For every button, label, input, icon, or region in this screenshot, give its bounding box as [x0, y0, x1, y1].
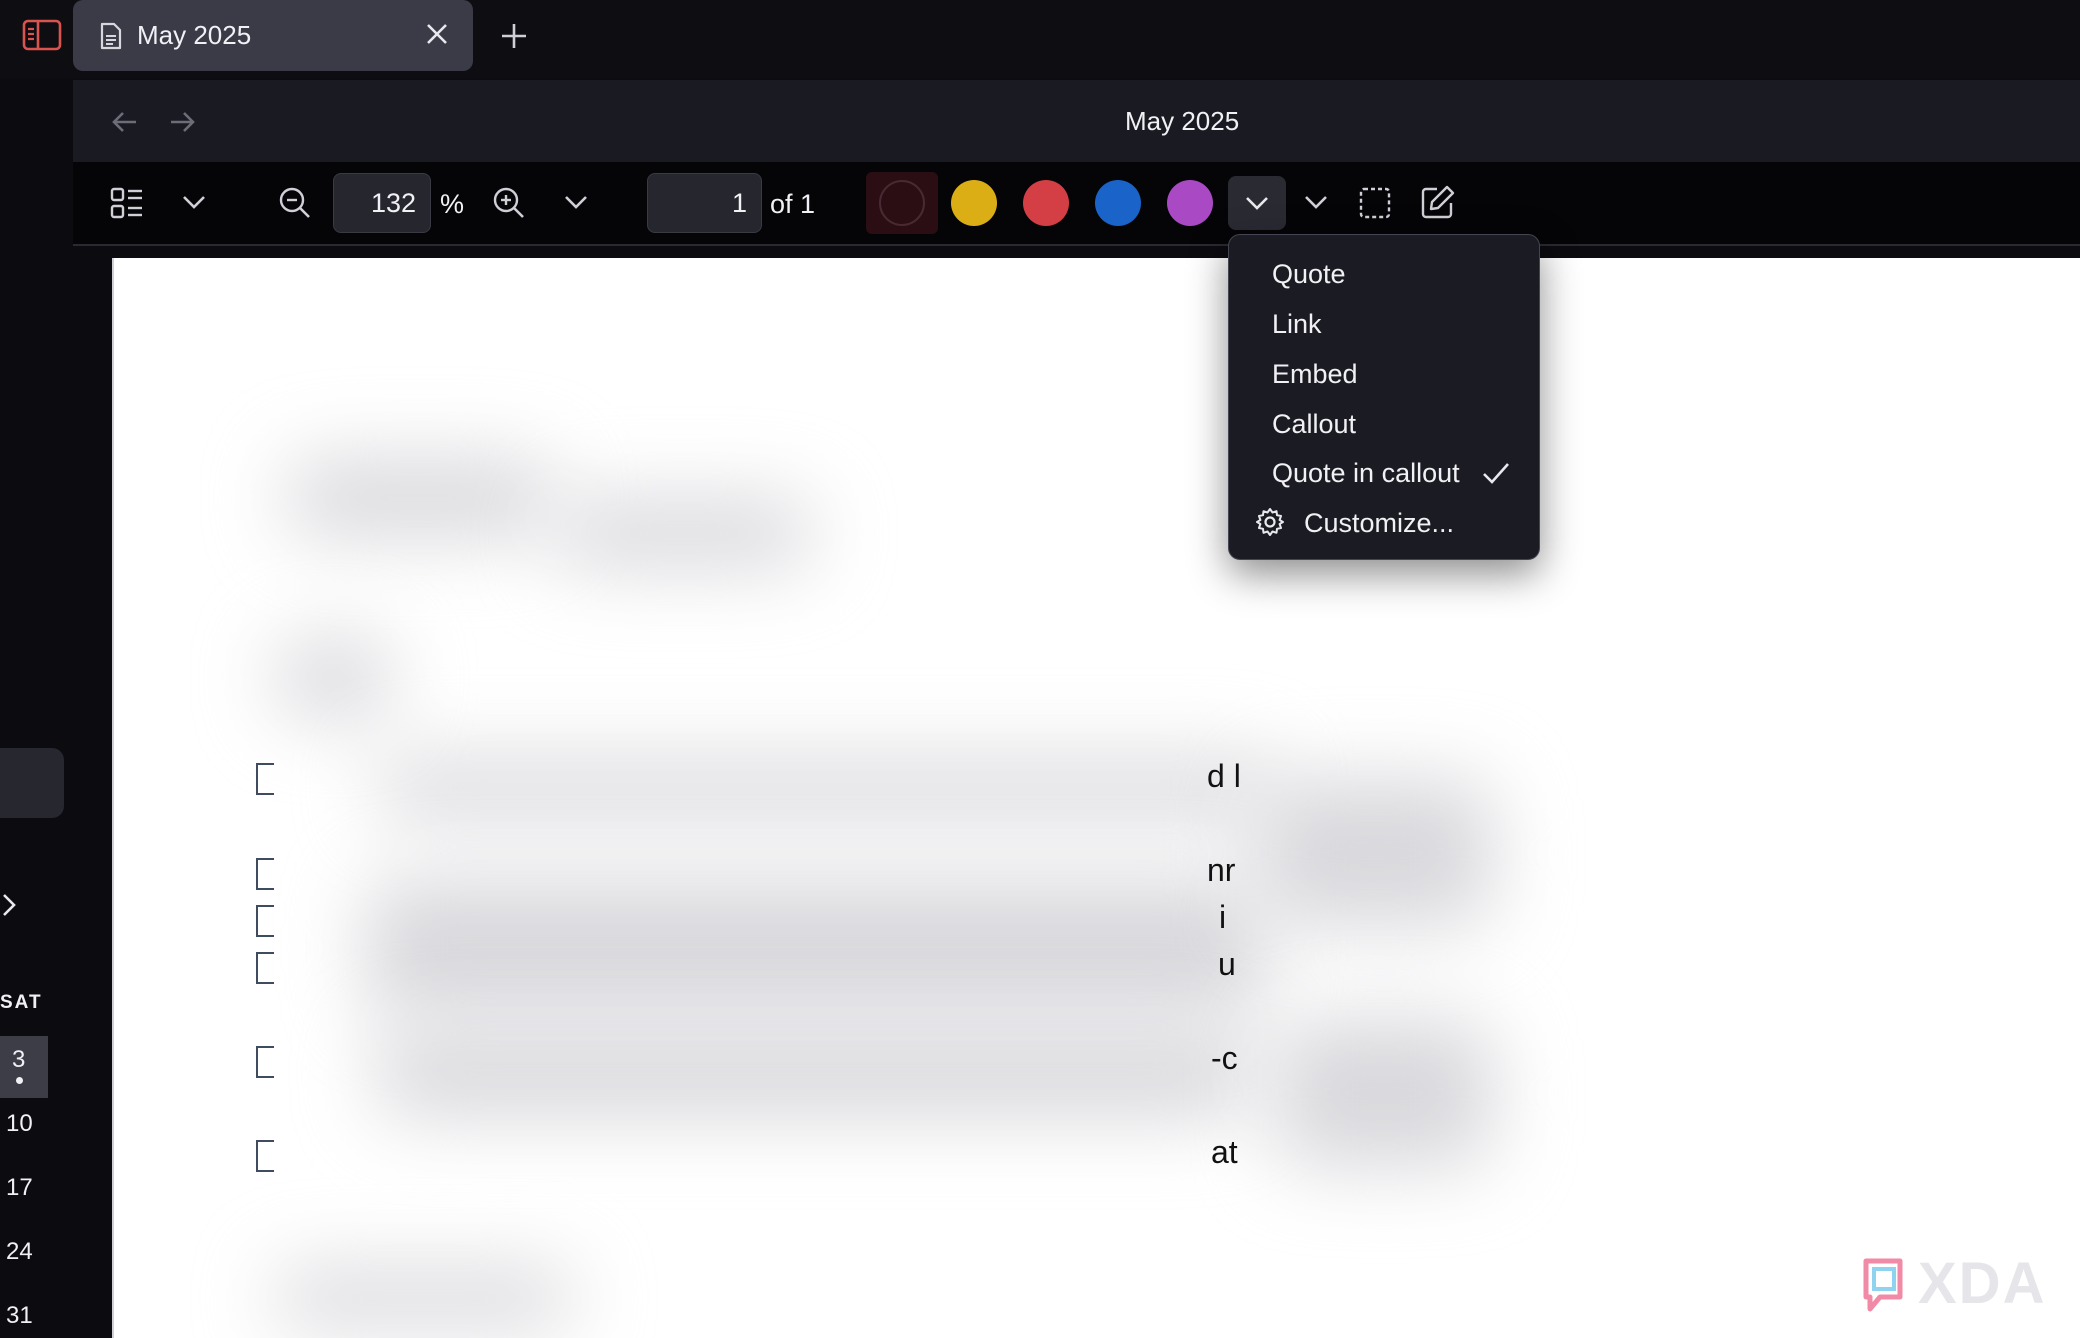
text-fragment: u [1218, 946, 1236, 982]
redacted-content [374, 758, 1274, 818]
annotation-type-menu: Quote Link Embed Callout Quote in callou… [1228, 234, 1540, 560]
redacted-content [364, 878, 1264, 1018]
chevron-right-icon[interactable] [0, 890, 20, 925]
chevron-down-icon [1243, 191, 1271, 220]
document-icon [99, 22, 123, 55]
checkmark-icon [1481, 459, 1511, 492]
text-fragment: i [1219, 899, 1227, 935]
text-fragment: -c [1211, 1040, 1238, 1076]
redacted-content [554, 498, 814, 568]
zoom-input[interactable]: 132 [333, 173, 431, 233]
view-header [73, 80, 2080, 162]
document-title: May 2025 [1125, 106, 1240, 136]
task-checkbox[interactable] [256, 1046, 274, 1078]
calendar-day[interactable]: 17 [6, 1174, 33, 1202]
chevron-down-icon[interactable] [562, 190, 590, 219]
calendar-day-header: SAT [0, 992, 43, 1013]
redacted-content [1254, 778, 1494, 928]
menu-item-quote[interactable]: Quote [1272, 259, 1346, 290]
sidebar-selected-item[interactable] [0, 748, 64, 818]
menu-item-embed[interactable]: Embed [1272, 359, 1358, 390]
watermark-text: XDA [1918, 1251, 2047, 1316]
menu-item-callout[interactable]: Callout [1272, 409, 1356, 440]
task-checkbox[interactable] [256, 905, 274, 937]
page-count: of 1 [770, 189, 816, 219]
new-tab-plus-icon[interactable] [498, 20, 530, 57]
rectangle-select-icon[interactable] [1358, 186, 1392, 225]
color-swatch-red[interactable] [1023, 180, 1069, 226]
annotation-type-dropdown-button[interactable] [1228, 176, 1286, 230]
text-fragment: nr [1207, 852, 1236, 888]
close-tab-icon[interactable] [423, 20, 451, 53]
back-arrow-icon[interactable] [109, 106, 141, 143]
tab-title: May 2025 [137, 20, 252, 50]
chevron-down-icon[interactable] [1302, 190, 1330, 219]
task-checkbox[interactable] [256, 1140, 274, 1172]
color-swatch-blue[interactable] [1095, 180, 1141, 226]
calendar-day[interactable]: 10 [6, 1110, 33, 1138]
color-swatch-yellow[interactable] [951, 180, 997, 226]
edit-annotation-icon[interactable] [1420, 184, 1456, 225]
redacted-content [274, 1268, 574, 1328]
menu-item-customize[interactable]: Customize... [1304, 508, 1454, 539]
zoom-in-icon[interactable] [492, 186, 526, 225]
menu-item-link[interactable]: Link [1272, 309, 1322, 340]
redacted-content [274, 638, 394, 718]
calendar-day[interactable]: 3 [12, 1046, 25, 1074]
forward-arrow-icon[interactable] [166, 106, 198, 143]
task-checkbox[interactable] [256, 763, 274, 795]
xda-logo-icon [1860, 1255, 1908, 1322]
chevron-down-icon[interactable] [180, 190, 208, 219]
task-checkbox[interactable] [256, 952, 274, 984]
text-fragment: at [1211, 1134, 1238, 1170]
color-swatch-purple[interactable] [1167, 180, 1213, 226]
color-swatch-dark[interactable] [879, 180, 925, 226]
pdf-page: d l nr i u -c at [112, 258, 2080, 1338]
calendar-day[interactable]: 31 [6, 1302, 33, 1330]
task-checkbox[interactable] [256, 858, 274, 890]
zoom-unit: % [440, 189, 465, 219]
tab-may-2025[interactable]: May 2025 [73, 0, 473, 71]
redacted-content [284, 458, 554, 538]
menu-item-quote-in-callout[interactable]: Quote in callout [1272, 458, 1460, 489]
calendar-day[interactable]: 24 [6, 1238, 33, 1266]
zoom-out-icon[interactable] [278, 186, 312, 225]
gear-icon [1255, 507, 1285, 542]
redacted-content [1274, 1018, 1494, 1168]
sidebar-toggle-icon[interactable] [22, 18, 62, 52]
redacted-content [374, 1028, 1254, 1118]
thumbnail-sidebar-icon[interactable] [110, 186, 144, 225]
calendar-note-dot [16, 1077, 23, 1084]
page-number-input[interactable]: 1 [647, 173, 762, 233]
text-fragment: d l [1207, 758, 1241, 794]
